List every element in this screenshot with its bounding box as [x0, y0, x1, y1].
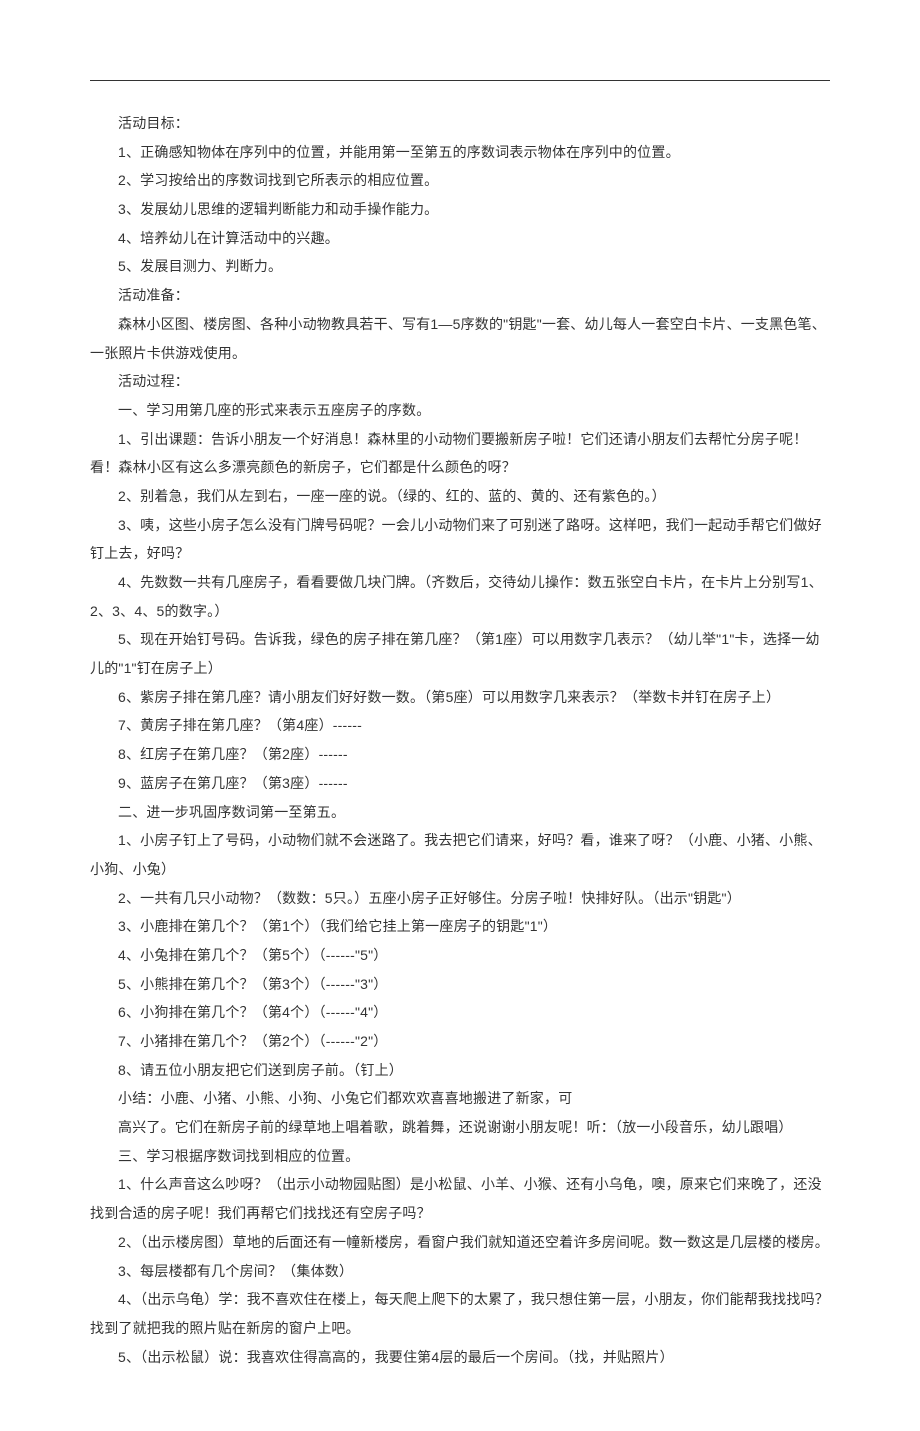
body-paragraph: 1、什么声音这么吵呀？（出示小动物园贴图）是小松鼠、小羊、小猴、还有小乌龟，噢，… — [90, 1170, 830, 1227]
body-paragraph: 5、（出示松鼠）说：我喜欢住得高高的，我要住第4层的最后一个房间。（找，并贴照片… — [90, 1343, 830, 1372]
body-paragraph: 三、学习根据序数词找到相应的位置。 — [90, 1142, 830, 1171]
body-paragraph: 6、紫房子排在第几座？请小朋友们好好数一数。（第5座）可以用数字几来表示？（举数… — [90, 683, 830, 712]
body-paragraph: 9、蓝房子在第几座？（第3座）------ — [90, 769, 830, 798]
body-paragraph: 森林小区图、楼房图、各种小动物教具若干、写有1—5序数的"钥匙"一套、幼儿每人一… — [90, 310, 830, 367]
body-paragraph: 4、先数数一共有几座房子，看看要做几块门牌。（齐数后，交待幼儿操作：数五张空白卡… — [90, 568, 830, 625]
body-paragraph: 8、请五位小朋友把它们送到房子前。（钉上） — [90, 1056, 830, 1085]
document-page: 活动目标：1、正确感知物体在序列中的位置，并能用第一至第五的序数词表示物体在序列… — [0, 0, 920, 1431]
body-paragraph: 1、引出课题：告诉小朋友一个好消息！森林里的小动物们要搬新房子啦！它们还请小朋友… — [90, 425, 830, 482]
body-paragraph: 1、小房子钉上了号码，小动物们就不会迷路了。我去把它们请来，好吗？看，谁来了呀？… — [90, 826, 830, 883]
body-paragraph: 4、培养幼儿在计算活动中的兴趣。 — [90, 224, 830, 253]
body-paragraph: 活动准备： — [90, 281, 830, 310]
body-paragraph: 3、小鹿排在第几个？（第1个）（我们给它挂上第一座房子的钥匙"1"） — [90, 912, 830, 941]
body-paragraph: 二、进一步巩固序数词第一至第五。 — [90, 798, 830, 827]
body-paragraph: 2、（出示楼房图）草地的后面还有一幢新楼房，看窗户我们就知道还空着许多房间呢。数… — [90, 1228, 830, 1257]
body-paragraph: 3、每层楼都有几个房间？（集体数） — [90, 1257, 830, 1286]
body-paragraph: 2、学习按给出的序数词找到它所表示的相应位置。 — [90, 166, 830, 195]
body-paragraph: 7、小猪排在第几个？（第2个）（------"2"） — [90, 1027, 830, 1056]
body-paragraph: 1、正确感知物体在序列中的位置，并能用第一至第五的序数词表示物体在序列中的位置。 — [90, 138, 830, 167]
body-paragraph: 6、小狗排在第几个？（第4个）（------"4"） — [90, 998, 830, 1027]
body-paragraph: 7、黄房子排在第几座？（第4座）------ — [90, 711, 830, 740]
body-paragraph: 2、别着急，我们从左到右，一座一座的说。（绿的、红的、蓝的、黄的、还有紫色的。） — [90, 482, 830, 511]
body-paragraph: 活动目标： — [90, 109, 830, 138]
body-paragraph: 5、现在开始钉号码。告诉我，绿色的房子排在第几座？（第1座）可以用数字几表示？（… — [90, 625, 830, 682]
body-paragraph: 小结：小鹿、小猪、小熊、小狗、小兔它们都欢欢喜喜地搬进了新家，可 — [90, 1084, 830, 1113]
body-paragraph: 高兴了。它们在新房子前的绿草地上唱着歌，跳着舞，还说谢谢小朋友呢！听：（放一小段… — [90, 1113, 830, 1142]
body-paragraph: 8、红房子在第几座？（第2座）------ — [90, 740, 830, 769]
body-paragraph: 4、（出示乌龟）学：我不喜欢住在楼上，每天爬上爬下的太累了，我只想住第一层，小朋… — [90, 1285, 830, 1342]
body-paragraph: 3、发展幼儿思维的逻辑判断能力和动手操作能力。 — [90, 195, 830, 224]
top-rule — [90, 80, 830, 81]
body-paragraph: 4、小兔排在第几个？（第5个）（------"5"） — [90, 941, 830, 970]
body-paragraph: 活动过程： — [90, 367, 830, 396]
body-paragraph: 2、一共有几只小动物？（数数：5只。）五座小房子正好够住。分房子啦！快排好队。（… — [90, 884, 830, 913]
document-body: 活动目标：1、正确感知物体在序列中的位置，并能用第一至第五的序数词表示物体在序列… — [90, 109, 830, 1371]
body-paragraph: 3、咦，这些小房子怎么没有门牌号码呢？一会儿小动物们来了可别迷了路呀。这样吧，我… — [90, 511, 830, 568]
body-paragraph: 一、学习用第几座的形式来表示五座房子的序数。 — [90, 396, 830, 425]
body-paragraph: 5、小熊排在第几个？（第3个）（------"3"） — [90, 970, 830, 999]
body-paragraph: 5、发展目测力、判断力。 — [90, 252, 830, 281]
